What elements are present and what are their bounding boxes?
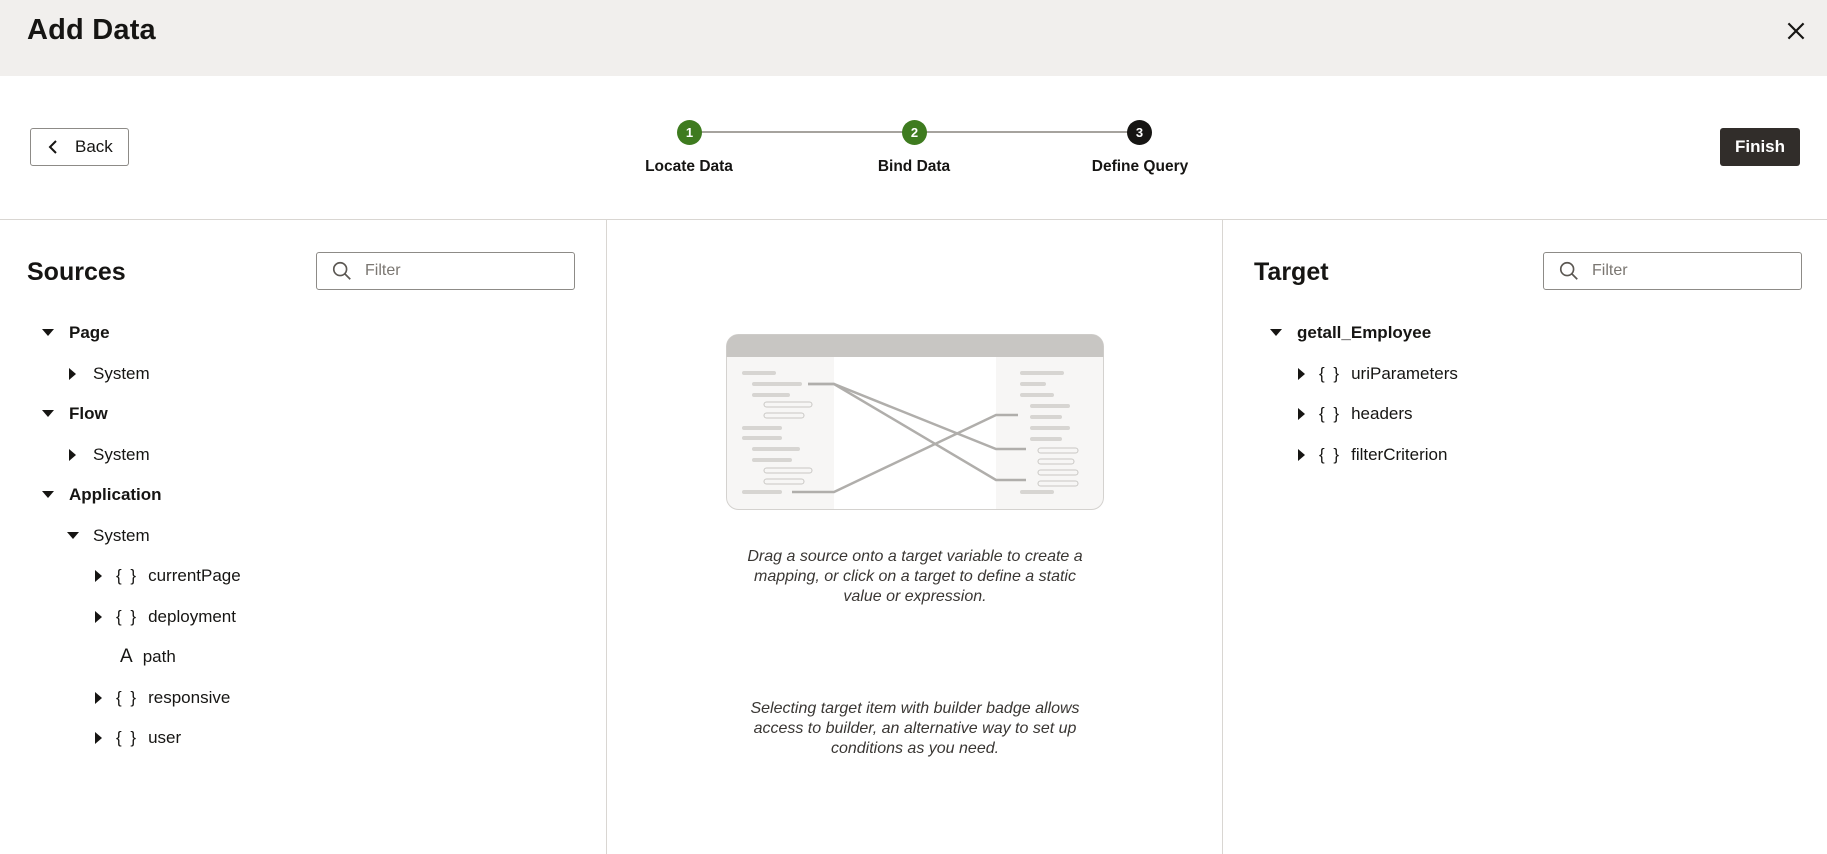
finish-button[interactable]: Finish — [1720, 128, 1800, 166]
tree-item-label: getall_Employee — [1297, 323, 1432, 342]
caret-down-icon[interactable] — [41, 407, 55, 421]
step-1-indicator[interactable]: 1 — [677, 120, 702, 145]
step-2-indicator[interactable]: 2 — [902, 120, 927, 145]
tree-item-label: path — [142, 647, 176, 666]
caret-right-icon[interactable] — [66, 448, 80, 462]
target-filter[interactable] — [1543, 252, 1802, 290]
caret-right-icon[interactable] — [66, 367, 80, 381]
stepper-connector — [916, 131, 1140, 133]
tree-item-label: System — [93, 526, 150, 545]
search-icon — [332, 261, 351, 280]
caret-down-icon[interactable] — [41, 488, 55, 502]
tree-item-label: Page — [69, 323, 110, 342]
panel-divider — [606, 220, 607, 854]
tree-item-label: currentPage — [148, 566, 241, 585]
caret-right-icon[interactable] — [1295, 407, 1309, 421]
mapping-hint: Drag a source onto a target variable to … — [747, 548, 1083, 605]
target-title: Target — [1254, 258, 1329, 286]
tree-item-getall-employee[interactable]: getall_Employee — [1269, 321, 1431, 345]
caret-right-icon[interactable] — [1295, 367, 1309, 381]
step-2-label[interactable]: Bind Data — [834, 158, 994, 176]
caret-right-icon[interactable] — [92, 569, 106, 583]
tree-item-deployment[interactable]: { } deployment — [92, 605, 236, 629]
object-icon: { } — [116, 566, 139, 585]
target-filter-input[interactable] — [1592, 262, 1782, 280]
sources-filter[interactable] — [316, 252, 575, 290]
tree-item-label: Flow — [69, 404, 108, 423]
builder-hint: Selecting target item with builder badge… — [750, 700, 1080, 757]
object-icon: { } — [1319, 445, 1342, 464]
tree-item-responsive[interactable]: { } responsive — [92, 686, 230, 710]
tree-item-filtercriterion[interactable]: { } filterCriterion — [1295, 443, 1447, 467]
step-3-indicator[interactable]: 3 — [1127, 120, 1152, 145]
tree-item-flow-system[interactable]: System — [66, 443, 150, 467]
string-icon: A — [120, 646, 133, 667]
sources-title: Sources — [27, 258, 126, 286]
tree-item-application[interactable]: Application — [41, 483, 162, 507]
caret-down-icon[interactable] — [41, 326, 55, 340]
object-icon: { } — [1319, 364, 1342, 383]
tree-item-label: uriParameters — [1351, 364, 1458, 383]
tree-item-label: headers — [1351, 404, 1413, 423]
back-label: Back — [75, 137, 113, 156]
tree-item-uriparameters[interactable]: { } uriParameters — [1295, 362, 1458, 386]
tree-item-label: System — [93, 364, 150, 383]
step-1-label[interactable]: Locate Data — [609, 158, 769, 176]
tree-item-label: user — [148, 728, 182, 747]
back-button[interactable]: Back — [30, 128, 129, 166]
wizard-toolbar: Back Finish — [0, 76, 1827, 220]
step-3-label[interactable]: Define Query — [1060, 158, 1220, 176]
tree-item-application-system[interactable]: System — [66, 524, 150, 548]
sources-filter-input[interactable] — [365, 262, 555, 280]
mapping-illustration — [726, 334, 1104, 510]
tree-item-page-system[interactable]: System — [66, 362, 150, 386]
tree-item-label: System — [93, 445, 150, 464]
tree-item-user[interactable]: { } user — [92, 726, 181, 750]
caret-right-icon[interactable] — [92, 731, 106, 745]
caret-right-icon[interactable] — [92, 691, 106, 705]
stepper-connector — [690, 131, 916, 133]
caret-right-icon[interactable] — [1295, 448, 1309, 462]
tree-item-path[interactable]: A path — [92, 645, 176, 669]
search-icon — [1559, 261, 1578, 280]
tree-item-label: deployment — [148, 607, 236, 626]
object-icon: { } — [1319, 404, 1342, 423]
object-icon: { } — [116, 688, 139, 707]
tree-item-flow[interactable]: Flow — [41, 402, 108, 426]
caret-right-icon[interactable] — [92, 610, 106, 624]
tree-item-page[interactable]: Page — [41, 321, 110, 345]
tree-item-headers[interactable]: { } headers — [1295, 402, 1413, 426]
tree-item-currentpage[interactable]: { } currentPage — [92, 564, 241, 588]
panel-divider — [1222, 220, 1223, 854]
object-icon: { } — [116, 607, 139, 626]
caret-down-icon[interactable] — [1269, 326, 1283, 340]
tree-item-label: responsive — [148, 688, 231, 707]
tree-item-label: Application — [69, 485, 162, 504]
chevron-left-icon — [48, 140, 57, 154]
tree-item-label: filterCriterion — [1351, 445, 1448, 464]
dialog-title: Add Data — [27, 14, 156, 46]
object-icon: { } — [116, 728, 139, 747]
close-icon[interactable] — [1783, 18, 1809, 44]
caret-down-icon[interactable] — [66, 529, 80, 543]
dialog-header: Add Data — [0, 0, 1827, 76]
